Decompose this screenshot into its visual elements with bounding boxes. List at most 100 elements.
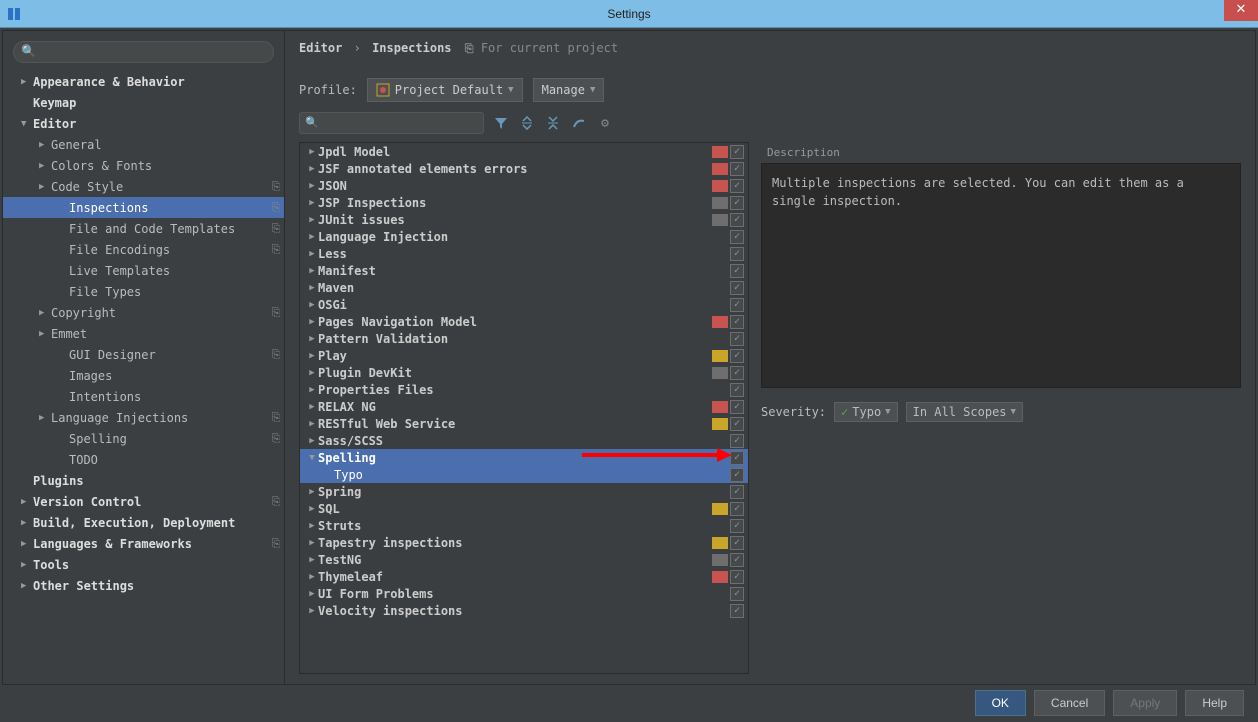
sidebar-item[interactable]: File Types [3,281,284,302]
inspection-checkbox[interactable]: ✓ [730,145,744,159]
inspection-row[interactable]: ▶JUnit issues✓ [300,211,748,228]
inspection-checkbox[interactable]: ✓ [730,264,744,278]
apply-button[interactable]: Apply [1113,690,1177,716]
sidebar-item[interactable]: Images [3,365,284,386]
sidebar-item[interactable]: Spelling⎘ [3,428,284,449]
collapse-all-icon[interactable] [544,114,562,132]
inspections-search-input[interactable] [299,112,484,134]
inspection-row[interactable]: ▶Spring✓ [300,483,748,500]
inspection-row[interactable]: ▶SQL✓ [300,500,748,517]
inspection-checkbox[interactable]: ✓ [730,570,744,584]
sidebar-item[interactable]: ▶Version Control⎘ [3,491,284,512]
inspection-row[interactable]: ▶Tapestry inspections✓ [300,534,748,551]
inspection-row[interactable]: ▶Pages Navigation Model✓ [300,313,748,330]
sidebar-item[interactable]: ▶General [3,134,284,155]
reset-icon[interactable] [570,114,588,132]
settings-search-input[interactable] [13,41,274,63]
sidebar-item[interactable]: File and Code Templates⎘ [3,218,284,239]
inspection-row[interactable]: ▶Sass/SCSS✓ [300,432,748,449]
sidebar-item[interactable]: File Encodings⎘ [3,239,284,260]
inspection-row[interactable]: ▶Thymeleaf✓ [300,568,748,585]
manage-button[interactable]: Manage ▼ [533,78,605,102]
inspection-checkbox[interactable]: ✓ [730,417,744,431]
inspection-checkbox[interactable]: ✓ [730,281,744,295]
inspection-checkbox[interactable]: ✓ [730,519,744,533]
inspection-checkbox[interactable]: ✓ [730,298,744,312]
inspection-checkbox[interactable]: ✓ [730,485,744,499]
sidebar-item[interactable]: ▶Appearance & Behavior [3,71,284,92]
sidebar-item[interactable]: ▶Build, Execution, Deployment [3,512,284,533]
inspection-checkbox[interactable]: ✓ [730,451,744,465]
inspection-row[interactable]: ▶Struts✓ [300,517,748,534]
inspection-row[interactable]: ▶TestNG✓ [300,551,748,568]
inspection-row[interactable]: ▶Maven✓ [300,279,748,296]
sidebar-item[interactable]: ▶Tools [3,554,284,575]
sidebar-item[interactable]: ▶Language Injections⎘ [3,407,284,428]
sidebar-item[interactable]: ▶Languages & Frameworks⎘ [3,533,284,554]
inspection-name: Properties Files [318,383,712,397]
inspection-row[interactable]: ▶JSON✓ [300,177,748,194]
inspection-row[interactable]: ▶Jpdl Model✓ [300,143,748,160]
inspection-row[interactable]: ▶Manifest✓ [300,262,748,279]
inspection-row[interactable]: ▶OSGi✓ [300,296,748,313]
close-button[interactable]: ✕ [1224,0,1258,21]
inspection-checkbox[interactable]: ✓ [730,179,744,193]
inspection-checkbox[interactable]: ✓ [730,366,744,380]
inspection-checkbox[interactable]: ✓ [730,434,744,448]
inspection-row[interactable]: ▶Velocity inspections✓ [300,602,748,619]
inspection-checkbox[interactable]: ✓ [730,349,744,363]
inspection-row[interactable]: ▶Plugin DevKit✓ [300,364,748,381]
gear-icon[interactable]: ⚙ [596,114,614,132]
sidebar-item[interactable]: ▶Code Style⎘ [3,176,284,197]
sidebar-item[interactable]: GUI Designer⎘ [3,344,284,365]
inspection-row[interactable]: ▶Language Injection✓ [300,228,748,245]
inspection-checkbox[interactable]: ✓ [730,553,744,567]
sidebar-item[interactable]: Intentions [3,386,284,407]
inspection-row[interactable]: ▶UI Form Problems✓ [300,585,748,602]
inspection-checkbox[interactable]: ✓ [730,383,744,397]
inspection-checkbox[interactable]: ✓ [730,587,744,601]
inspection-checkbox[interactable]: ✓ [730,196,744,210]
help-button[interactable]: Help [1185,690,1244,716]
profile-value: Project Default [395,83,503,97]
sidebar-item[interactable]: ▶Emmet [3,323,284,344]
inspection-row[interactable]: ▼Spelling✓ [300,449,748,466]
inspection-checkbox[interactable]: ✓ [730,315,744,329]
inspection-row[interactable]: ▶RELAX NG✓ [300,398,748,415]
scope-dropdown[interactable]: In All Scopes ▼ [906,402,1023,422]
severity-dropdown[interactable]: ✓ Typo ▼ [834,402,898,422]
inspection-checkbox[interactable]: ✓ [730,332,744,346]
inspection-checkbox[interactable]: ✓ [730,536,744,550]
inspection-row[interactable]: ▶Play✓ [300,347,748,364]
inspection-checkbox[interactable]: ✓ [730,230,744,244]
inspection-row[interactable]: ▶JSF annotated elements errors✓ [300,160,748,177]
inspection-row[interactable]: ▶Less✓ [300,245,748,262]
inspection-row[interactable]: ▶RESTful Web Service✓ [300,415,748,432]
ok-button[interactable]: OK [975,690,1026,716]
sidebar-item[interactable]: ▼Editor [3,113,284,134]
inspection-checkbox[interactable]: ✓ [730,213,744,227]
sidebar-item[interactable]: Plugins [3,470,284,491]
inspection-checkbox[interactable]: ✓ [730,247,744,261]
inspection-checkbox[interactable]: ✓ [730,604,744,618]
inspection-row[interactable]: ▶Pattern Validation✓ [300,330,748,347]
sidebar-item[interactable]: ▶Colors & Fonts [3,155,284,176]
sidebar-item[interactable]: ▶Copyright⎘ [3,302,284,323]
inspection-checkbox[interactable]: ✓ [730,162,744,176]
sidebar-item[interactable]: ▶Other Settings [3,575,284,596]
inspection-checkbox[interactable]: ✓ [730,468,744,482]
profile-dropdown[interactable]: Project Default ▼ [367,78,523,102]
inspection-row[interactable]: Typo✓ [300,466,748,483]
expand-all-icon[interactable] [518,114,536,132]
inspection-row[interactable]: ▶JSP Inspections✓ [300,194,748,211]
inspection-checkbox[interactable]: ✓ [730,502,744,516]
inspections-tree[interactable]: ▶Jpdl Model✓▶JSF annotated elements erro… [299,142,749,674]
sidebar-item[interactable]: TODO [3,449,284,470]
inspection-row[interactable]: ▶Properties Files✓ [300,381,748,398]
cancel-button[interactable]: Cancel [1034,690,1105,716]
sidebar-item[interactable]: Live Templates [3,260,284,281]
filter-icon[interactable] [492,114,510,132]
sidebar-item[interactable]: Keymap [3,92,284,113]
inspection-checkbox[interactable]: ✓ [730,400,744,414]
sidebar-item[interactable]: Inspections⎘ [3,197,284,218]
